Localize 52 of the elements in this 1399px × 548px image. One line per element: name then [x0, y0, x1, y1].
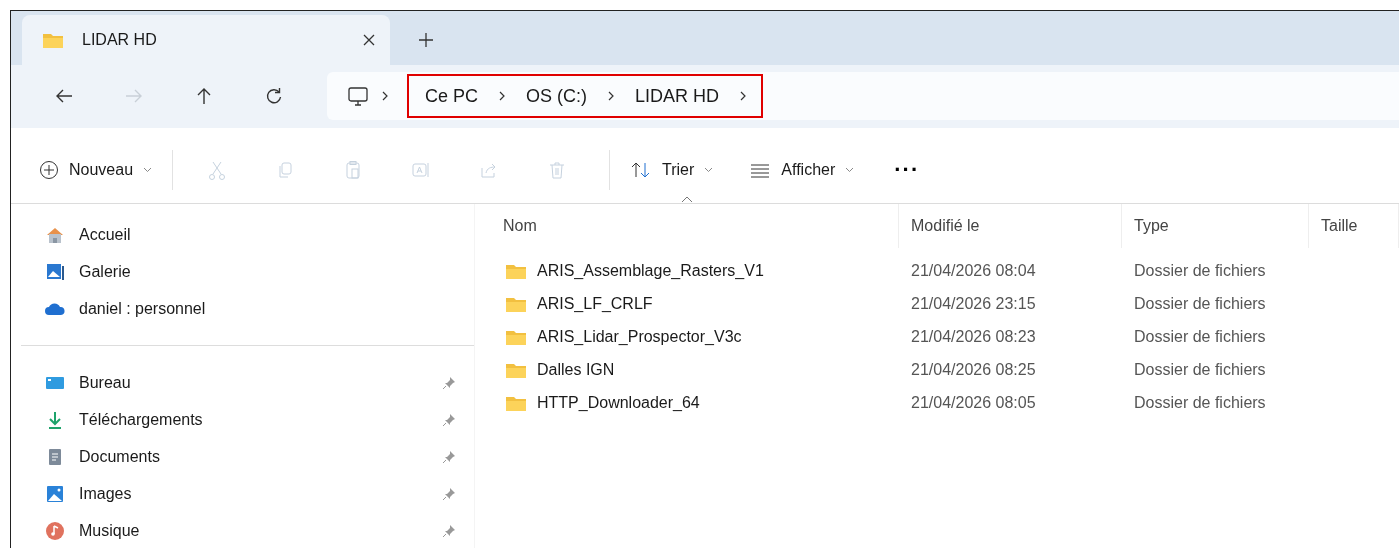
new-button[interactable]: Nouveau	[33, 154, 159, 187]
plus-circle-icon	[39, 160, 59, 181]
table-cell-text: Dossier de fichiers	[1133, 360, 1267, 379]
file-name: ARIS_Assemblage_Rasters_V1	[537, 261, 764, 280]
sidebar-item[interactable]: Bureau	[11, 364, 474, 401]
sidebar-item[interactable]: daniel : personnel	[11, 290, 474, 327]
file-name: Dalles IGN	[537, 360, 615, 379]
close-icon[interactable]	[362, 33, 376, 48]
table-cell-text: Dossier de fichiers	[1133, 261, 1267, 280]
gallery-icon	[45, 261, 65, 282]
chevron-icon	[739, 90, 748, 103]
view-button[interactable]: Afficher	[743, 154, 861, 187]
caret-icon	[845, 167, 855, 174]
sidebar-item[interactable]: Images	[11, 475, 474, 512]
folder-tab[interactable]: LIDAR HD	[22, 15, 390, 66]
chevron-icon	[381, 90, 389, 103]
image-icon	[45, 483, 65, 504]
table-cell-text: 21/04/2026 08:04	[910, 261, 1037, 280]
table-cell-text: Dossier de fichiers	[1133, 327, 1267, 346]
table-cell-text: Dossier de fichiers	[1133, 294, 1267, 313]
chevron-icon	[607, 90, 615, 103]
table-cell-text: 21/04/2026 08:23	[910, 327, 1037, 346]
sidebar-item[interactable]: Musique	[11, 512, 474, 548]
breadcrumb-item[interactable]: OS (C:)	[520, 85, 593, 107]
more-button[interactable]: ···	[888, 156, 926, 185]
tab-title: LIDAR HD	[82, 31, 158, 50]
file-name: ARIS_LF_CRLF	[537, 294, 653, 313]
column-header[interactable]: Type	[1122, 204, 1309, 248]
file-name: HTTP_Downloader_64	[537, 393, 700, 412]
caret-icon	[704, 167, 714, 174]
chevron-icon	[498, 90, 506, 103]
file-name: ARIS_Lidar_Prospector_V3c	[537, 327, 742, 346]
computer-icon	[347, 85, 369, 108]
column-header[interactable]: Modifié le	[899, 204, 1122, 248]
address-bar[interactable]: Ce PC OS (C:) LIDAR HD	[327, 72, 1399, 121]
table-cell-text: 21/04/2026 23:15	[910, 294, 1037, 313]
column-header[interactable]: Nom	[491, 204, 899, 248]
table-cell-text: 21/04/2026 08:05	[910, 393, 1037, 412]
sort-button[interactable]: Trier	[624, 154, 720, 187]
sidebar-item[interactable]: Téléchargements	[11, 401, 474, 438]
sidebar-item[interactable]: Galerie	[11, 253, 474, 290]
folder-icon	[42, 31, 64, 50]
caret-icon	[143, 167, 153, 174]
music-icon	[45, 520, 65, 541]
table-cell-text: 21/04/2026 08:25	[910, 360, 1037, 379]
breadcrumb-item[interactable]: LIDAR HD	[629, 85, 726, 107]
sidebar-item[interactable]: Accueil	[11, 216, 474, 253]
breadcrumb-item[interactable]: Ce PC	[419, 85, 484, 107]
sidebar-item[interactable]: Documents	[11, 438, 474, 475]
column-header[interactable]: Taille	[1309, 204, 1399, 248]
plus-icon[interactable]	[418, 32, 434, 49]
table-cell-text: Dossier de fichiers	[1133, 393, 1267, 412]
